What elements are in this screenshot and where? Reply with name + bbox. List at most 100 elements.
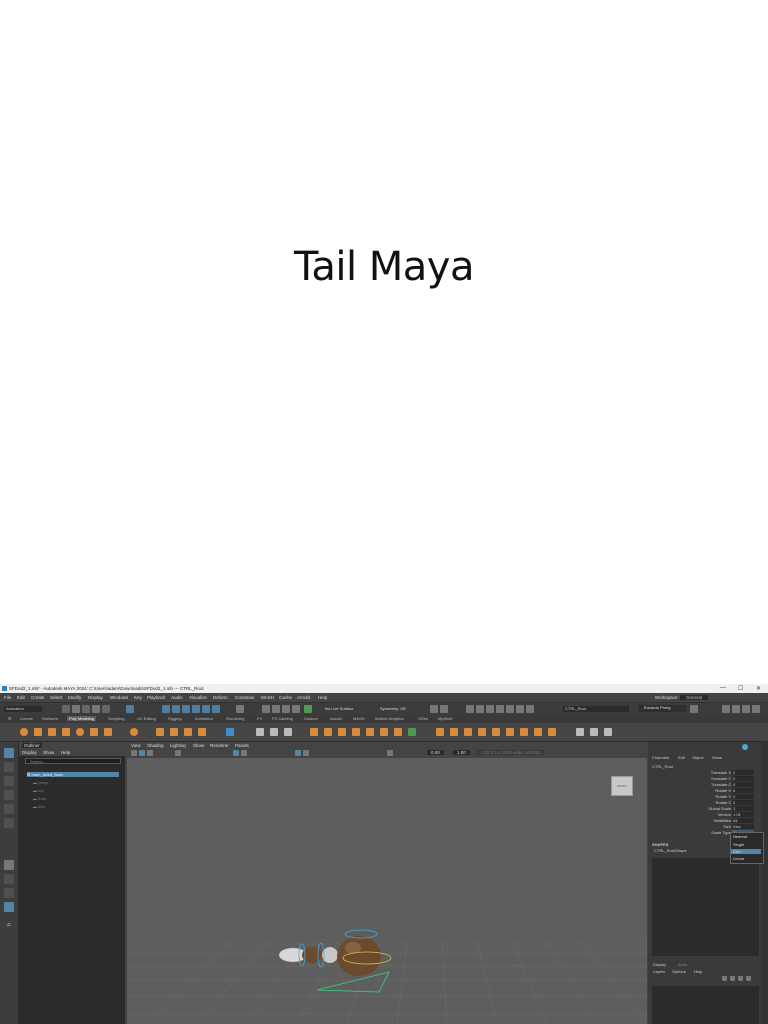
smooth-shade-icon[interactable] [241,750,247,756]
poly-plane-icon[interactable] [90,728,98,736]
outliner-title[interactable]: Outliner [22,743,42,748]
outliner-layout-icon[interactable] [4,902,14,912]
tab-arnold[interactable]: Arnold [330,716,342,721]
menu-constrain[interactable]: Constrain [235,695,254,700]
select-deformers-icon[interactable] [202,705,210,713]
layer-up-icon[interactable] [722,976,727,981]
new-scene-icon[interactable] [62,705,70,713]
snap-live-icon[interactable] [304,705,312,713]
bevel-icon[interactable] [408,728,416,736]
save-scene-icon[interactable] [82,705,90,713]
persp-outliner-icon[interactable] [4,888,14,898]
dropdown-option-selected[interactable]: Disc [731,849,761,854]
exposure-field[interactable]: 0.00 [427,750,444,755]
menu-visualize[interactable]: Visualize [189,695,207,700]
light-editor-icon[interactable] [506,705,514,713]
menu-cache[interactable]: Cache [279,695,292,700]
select-surfaces-icon[interactable] [192,705,200,713]
tab-myshelf[interactable]: MyShelf [438,716,452,721]
mirror-icon[interactable] [338,728,346,736]
attr-value-field[interactable]: 1.01 [732,812,754,817]
poly-cylinder-icon[interactable] [48,728,56,736]
poly-type-icon[interactable] [184,728,192,736]
collapse-icon[interactable] [548,728,556,736]
wireframe-icon[interactable] [233,750,239,756]
tab-animation[interactable]: Animation [195,716,213,721]
menu-arnold[interactable]: Arnold [297,695,310,700]
uv-editor-icon[interactable] [590,728,598,736]
select-joints-icon[interactable] [172,705,180,713]
textured-icon[interactable] [295,750,301,756]
construction-history-icon[interactable] [430,705,438,713]
retopologize-icon[interactable] [366,728,374,736]
user-account-button[interactable]: Eduardo Pineg [638,705,686,712]
outliner-menu-display[interactable]: Display [22,750,37,755]
outliner-item-rig[interactable]: ⊞ trash_tailed_flash [27,772,119,777]
sweep-mesh-icon[interactable] [156,728,164,736]
paint-select-icon[interactable] [4,776,14,786]
dropdown-option[interactable]: Linear [733,856,744,861]
super-shape-icon[interactable] [130,728,138,736]
poly-torus-icon[interactable] [76,728,84,736]
menu-windows[interactable]: Windows [110,695,128,700]
combine-icon[interactable] [256,728,264,736]
menu-mash[interactable]: MASH [261,695,274,700]
menu-file[interactable]: File [4,695,11,700]
select-tool-icon[interactable] [4,748,14,758]
poly-svg-icon[interactable] [198,728,206,736]
attr-value-field[interactable]: 0 [732,770,754,775]
outliner-item-front[interactable]: ▬ front [33,796,46,801]
grid-icon[interactable] [226,728,234,736]
viewport-menu-shading[interactable]: Shading [147,743,164,748]
smooth-icon[interactable] [310,728,318,736]
channel-box-icon[interactable] [752,705,760,713]
close-icon[interactable]: ✕ [756,685,761,692]
render-settings-icon[interactable] [486,705,494,713]
menu-set-select[interactable]: Animation [4,706,42,712]
new-layer-icon[interactable] [738,976,743,981]
poly-helix-icon[interactable] [170,728,178,736]
lights-icon[interactable] [303,750,309,756]
tab-custom[interactable]: Custom [304,716,318,721]
arnold-icon[interactable] [516,705,524,713]
append-polygon-icon[interactable] [506,728,514,736]
four-view-icon[interactable] [4,874,14,884]
scale-tool-icon[interactable] [4,818,14,828]
tail-creature[interactable] [278,929,392,976]
object-name-field[interactable]: CTRL_Root [563,706,629,712]
menu-help[interactable]: Help [318,695,327,700]
attr-value-field[interactable]: 1 [732,806,754,811]
undo-icon[interactable] [92,705,100,713]
tab-rigging[interactable]: Rigging [168,716,182,721]
multi-cut-icon[interactable] [436,728,444,736]
viewport-menu-renderer[interactable]: Renderer [210,743,229,748]
menu-key[interactable]: Key [134,695,142,700]
tab-surfaces[interactable]: Surfaces [42,716,58,721]
open-scene-icon[interactable] [72,705,80,713]
outliner-menu-show[interactable]: Show [43,750,54,755]
viewport-menu-panels[interactable]: Panels [235,743,249,748]
workspace-select[interactable]: General [680,695,709,700]
viewport-menu-view[interactable]: View [131,743,141,748]
bridge-icon[interactable] [394,728,402,736]
object-menu[interactable]: Object [692,755,704,760]
outliner-menu-help[interactable]: Help [61,750,70,755]
move-tool-icon[interactable] [4,790,14,800]
gear-icon[interactable] [690,705,698,713]
viewport-menu-show[interactable]: Show [193,743,204,748]
camera-attr-icon[interactable] [131,750,137,756]
snap-point-icon[interactable] [282,705,290,713]
render-view-icon[interactable] [466,705,474,713]
menu-display[interactable]: Display [88,695,103,700]
poly-disc-icon[interactable] [104,728,112,736]
snap-grid-icon[interactable] [262,705,270,713]
attribute-editor-icon[interactable] [742,705,750,713]
menu-deform[interactable]: Deform [213,695,228,700]
live-surface-label[interactable]: No Live Surface [325,706,353,711]
menu-modify[interactable]: Modify [68,695,81,700]
tab-sculpting[interactable]: Sculpting [108,716,124,721]
wedge-icon[interactable] [534,728,542,736]
modeling-toolkit-icon[interactable] [732,705,740,713]
snap-toggle-icon[interactable] [526,705,534,713]
dropdown-option[interactable]: Nearest [733,834,747,839]
